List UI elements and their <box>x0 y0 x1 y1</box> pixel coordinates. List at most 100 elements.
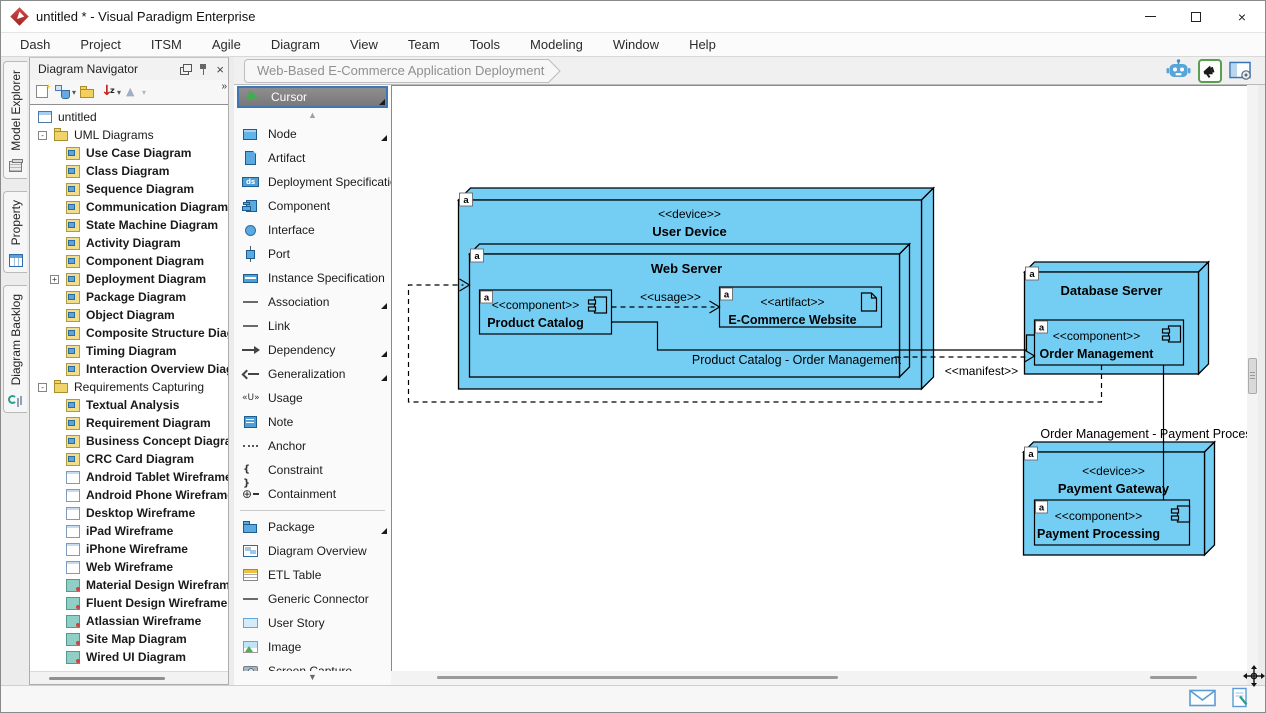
tree-item[interactable]: State Machine Diagram <box>30 216 228 234</box>
palette-item-user-story[interactable]: User Story <box>234 611 391 635</box>
tree-item[interactable]: Textual Analysis <box>30 396 228 414</box>
tree-item[interactable]: Activity Diagram <box>30 234 228 252</box>
tree-item[interactable]: Object Diagram <box>30 306 228 324</box>
tree-item[interactable]: Atlassian Wireframe <box>30 612 228 630</box>
tree-item[interactable]: Material Design Wireframe <box>30 576 228 594</box>
tree-item[interactable]: Use Case Diagram <box>30 144 228 162</box>
palette-item-deployment-spec[interactable]: Deployment Specification <box>234 170 391 194</box>
tree-item[interactable]: Fluent Design Wireframe <box>30 594 228 612</box>
tree-item[interactable]: Package Diagram <box>30 288 228 306</box>
pan-diagram-icon[interactable] <box>1243 665 1265 687</box>
tree-item[interactable]: Component Diagram <box>30 252 228 270</box>
close-panel-icon[interactable]: × <box>216 64 224 75</box>
announcement-icon[interactable] <box>1198 59 1222 83</box>
tree-item[interactable]: Sequence Diagram <box>30 180 228 198</box>
tree-item[interactable]: Timing Diagram <box>30 342 228 360</box>
palette-item-generalization[interactable]: Generalization <box>234 362 391 386</box>
tree-item[interactable]: Web Wireframe <box>30 558 228 576</box>
tree-item[interactable]: -UML Diagrams <box>30 126 228 144</box>
tree-item[interactable]: +Deployment Diagram <box>30 270 228 288</box>
component-order-management[interactable]: <<component>> Order Management a <box>1035 320 1184 365</box>
component-payment-processing[interactable]: <<component>> Payment Processing a <box>1035 500 1190 545</box>
menu-item-view[interactable]: View <box>335 33 393 57</box>
close-button[interactable]: × <box>1219 1 1265 32</box>
palette-item-instance-spec[interactable]: Instance Specification <box>234 266 391 290</box>
tree-item[interactable]: Communication Diagram <box>30 198 228 216</box>
navigator-hscrollbar[interactable] <box>30 671 228 684</box>
menu-item-project[interactable]: Project <box>65 33 135 57</box>
pin-panel-icon[interactable] <box>198 64 209 75</box>
palette-item-image[interactable]: Image <box>234 635 391 659</box>
palette-item-artifact[interactable]: Artifact <box>234 146 391 170</box>
palette-item-usage[interactable]: Usage <box>234 386 391 410</box>
tree-item[interactable]: untitled <box>30 108 228 126</box>
tree-expander-icon[interactable]: + <box>50 275 59 284</box>
scrollbar-thumb[interactable] <box>1150 676 1197 679</box>
messages-icon[interactable] <box>1189 689 1216 710</box>
new-diagram-button[interactable] <box>35 84 51 100</box>
tree-item[interactable]: Composite Structure Diagram <box>30 324 228 342</box>
ai-assistant-icon[interactable] <box>1166 59 1191 82</box>
palette-item-link[interactable]: Link <box>234 314 391 338</box>
tree-item[interactable]: Wired UI Diagram <box>30 648 228 666</box>
palette-item-etl-table[interactable]: ETL Table <box>234 563 391 587</box>
collapse-all-button[interactable]: ▾ <box>125 84 146 100</box>
component-product-catalog[interactable]: <<component>> Product Catalog a <box>480 290 612 334</box>
menu-item-help[interactable]: Help <box>674 33 731 57</box>
menu-item-modeling[interactable]: Modeling <box>515 33 598 57</box>
palette-item-interface[interactable]: Interface <box>234 218 391 242</box>
breadcrumb[interactable]: Web-Based E-Commerce Application Deploym… <box>244 58 562 84</box>
dropdown-caret-icon[interactable]: ▾ <box>117 88 121 97</box>
tree-item[interactable]: Class Diagram <box>30 162 228 180</box>
specification-editor-icon[interactable] <box>1232 687 1249 711</box>
menu-item-diagram[interactable]: Diagram <box>256 33 335 57</box>
tree-item[interactable]: iPhone Wireframe <box>30 540 228 558</box>
maximize-button[interactable] <box>1173 1 1219 32</box>
palette-item-constraint[interactable]: Constraint <box>234 458 391 482</box>
tree-item[interactable]: Site Map Diagram <box>30 630 228 648</box>
tree-item[interactable]: Business Concept Diagram <box>30 432 228 450</box>
palette-item-dependency[interactable]: Dependency <box>234 338 391 362</box>
dropdown-caret-icon[interactable]: ▾ <box>72 88 76 97</box>
menu-item-tools[interactable]: Tools <box>455 33 515 57</box>
palette-item-component[interactable]: Component <box>234 194 391 218</box>
palette-item-generic-connector[interactable]: Generic Connector <box>234 587 391 611</box>
palette-item-diagram-overview[interactable]: Diagram Overview <box>234 539 391 563</box>
toolbar-overflow-button[interactable]: » <box>221 81 226 92</box>
palette-item-node[interactable]: Node <box>234 122 391 146</box>
palette-item-anchor[interactable]: Anchor <box>234 434 391 458</box>
scrollbar-thumb[interactable] <box>49 677 165 680</box>
palette-item-association[interactable]: Association <box>234 290 391 314</box>
palette-scroll-down-icon[interactable]: ▼ <box>234 671 391 685</box>
palette-item-containment[interactable]: Containment <box>234 482 391 506</box>
palette-item-package[interactable]: Package <box>234 515 391 539</box>
tree-item[interactable]: -Requirements Capturing <box>30 378 228 396</box>
palette-item-port[interactable]: Port <box>234 242 391 266</box>
canvas-vscrollbar[interactable] <box>1247 85 1258 671</box>
side-tab-model-explorer[interactable]: Model Explorer <box>3 61 27 179</box>
side-tab-property[interactable]: Property <box>3 191 27 273</box>
diagram-canvas[interactable]: <<device>> User Device a <box>391 85 1247 671</box>
tree-expander-icon[interactable]: - <box>38 131 47 140</box>
menu-item-agile[interactable]: Agile <box>197 33 256 57</box>
side-tab-diagram-backlog[interactable]: Diagram Backlog <box>3 285 27 413</box>
palette-item-note[interactable]: Note <box>234 410 391 434</box>
tree-item[interactable]: Interaction Overview Diagram <box>30 360 228 378</box>
tree-item[interactable]: iPad Wireframe <box>30 522 228 540</box>
tree-item[interactable]: CRC Card Diagram <box>30 450 228 468</box>
menu-item-itsm[interactable]: ITSM <box>136 33 197 57</box>
tree-item[interactable]: Android Tablet Wireframe <box>30 468 228 486</box>
sort-button[interactable]: ▾ <box>100 84 121 100</box>
minimize-button[interactable] <box>1127 1 1173 32</box>
tree-item[interactable]: Android Phone Wireframe <box>30 486 228 504</box>
open-project-button[interactable] <box>80 84 96 100</box>
palette-item-cursor[interactable]: Cursor <box>237 86 388 108</box>
menu-item-team[interactable]: Team <box>393 33 455 57</box>
group-by-type-button[interactable]: ▾ <box>55 84 76 100</box>
tree-item[interactable]: Requirement Diagram <box>30 414 228 432</box>
menu-item-dash[interactable]: Dash <box>5 33 65 57</box>
canvas-hscrollbar[interactable] <box>391 671 1247 685</box>
float-panel-icon[interactable] <box>180 64 191 75</box>
scrollbar-thumb[interactable] <box>437 676 838 679</box>
scrollbar-thumb[interactable] <box>1248 358 1257 394</box>
